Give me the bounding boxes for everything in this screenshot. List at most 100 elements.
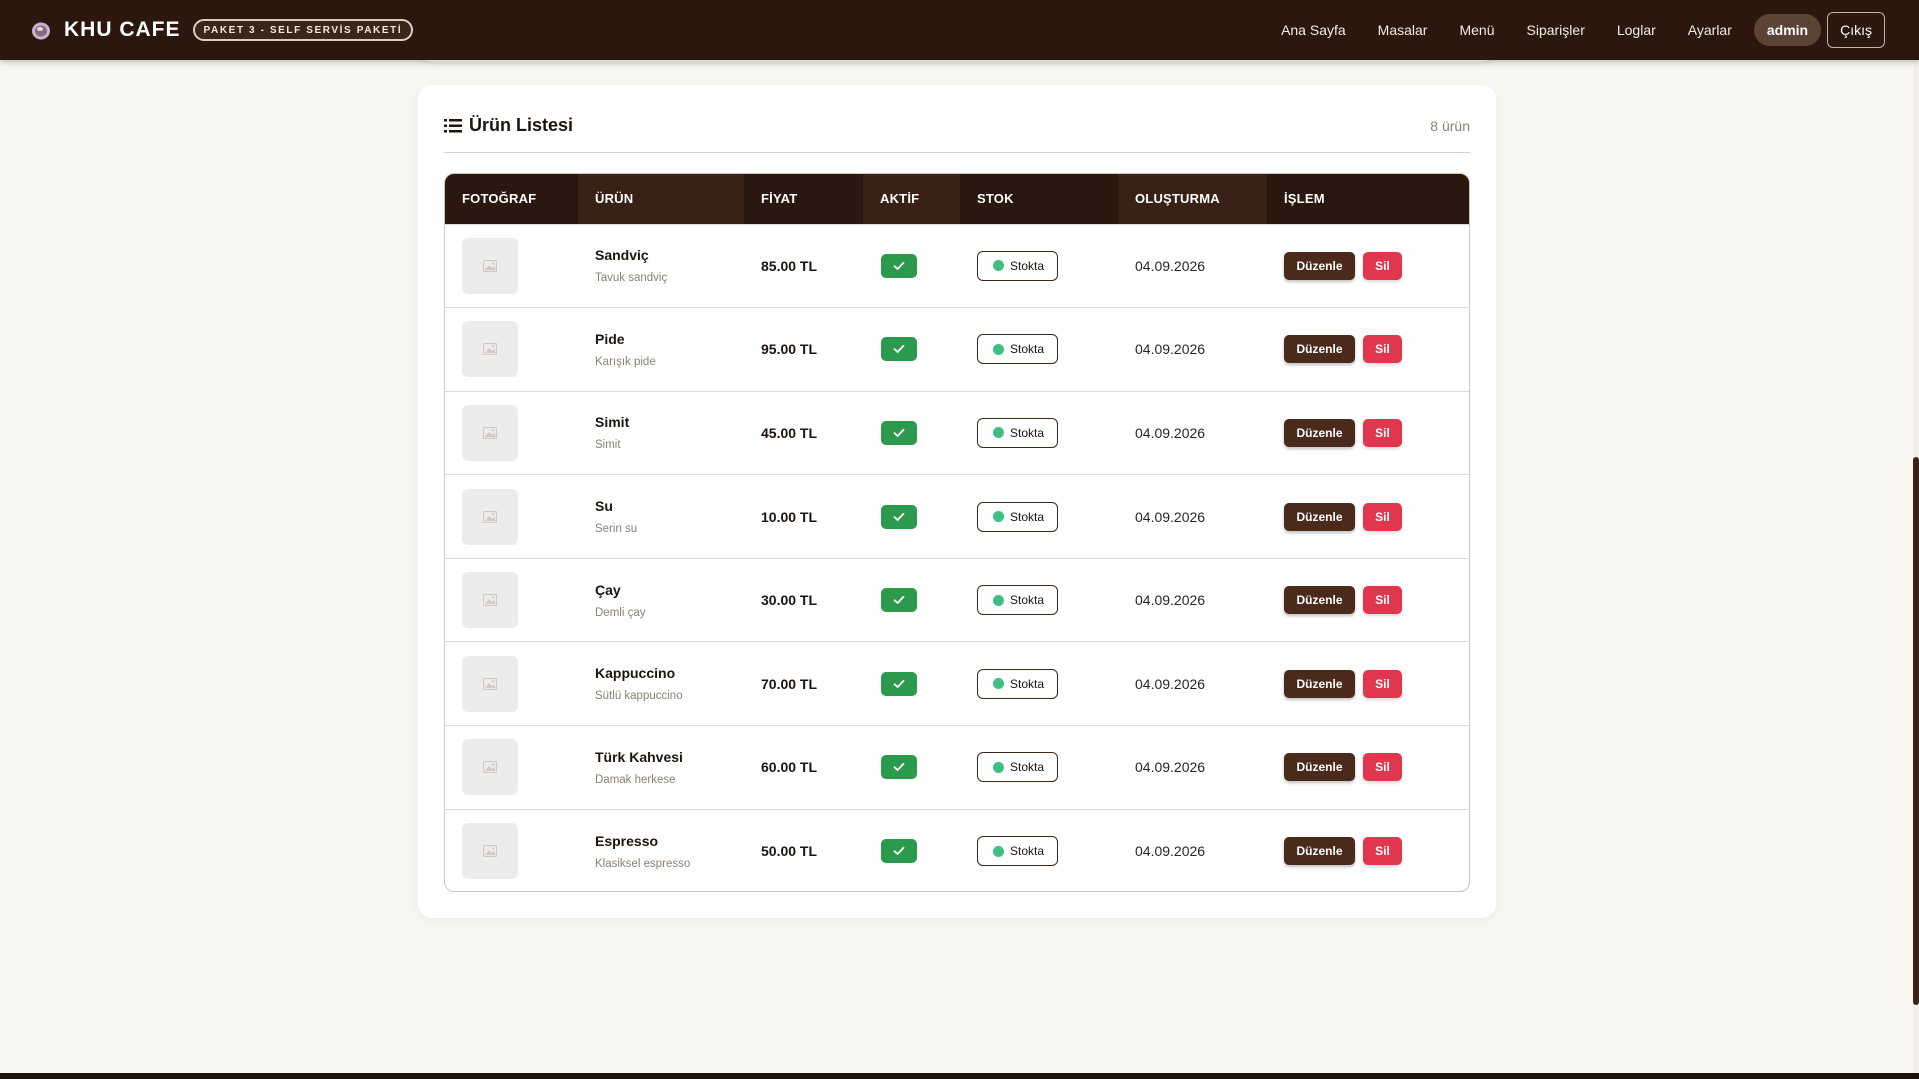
product-description: Simit xyxy=(595,439,621,452)
created-date: 04.09.2026 xyxy=(1135,843,1206,860)
delete-button[interactable]: Sil xyxy=(1363,753,1402,782)
active-cell xyxy=(863,390,960,475)
product-photo[interactable] xyxy=(462,321,518,378)
stock-button[interactable]: Stokta xyxy=(977,250,1059,281)
logout-button[interactable]: Çıkış xyxy=(1827,12,1885,48)
price-cell: 70.00 TL xyxy=(744,641,863,726)
created-cell: 04.09.2026 xyxy=(1118,307,1267,392)
column-header-created[interactable]: OLUŞTURMA xyxy=(1118,174,1267,224)
created-cell: 04.09.2026 xyxy=(1118,641,1267,726)
column-header-price[interactable]: FİYAT xyxy=(744,174,863,224)
active-toggle[interactable] xyxy=(881,839,917,864)
stock-button[interactable]: Stokta xyxy=(977,836,1059,867)
delete-button[interactable]: Sil xyxy=(1363,837,1402,866)
nav-link-home[interactable]: Ana Sayfa xyxy=(1281,22,1346,38)
active-toggle[interactable] xyxy=(881,337,917,362)
photo-cell xyxy=(445,725,578,810)
product-photo[interactable] xyxy=(462,488,518,545)
row-actions: Düzenle Sil xyxy=(1284,837,1469,866)
stock-button[interactable]: Stokta xyxy=(977,417,1059,448)
nav-link-tables[interactable]: Masalar xyxy=(1378,22,1428,38)
column-header-photo[interactable]: FOTOĞRAF xyxy=(445,174,578,224)
product-photo[interactable] xyxy=(462,404,518,461)
product-description: Klasiksel espresso xyxy=(595,857,691,870)
product-photo[interactable] xyxy=(462,739,518,796)
product-price: 30.00 TL xyxy=(761,592,818,609)
nav-link-orders[interactable]: Siparişler xyxy=(1527,22,1585,38)
created-date: 04.09.2026 xyxy=(1135,341,1206,358)
top-navbar: KHU CAFE PAKET 3 - SELF SERVİS PAKETİ An… xyxy=(0,0,1919,60)
delete-button[interactable]: Sil xyxy=(1363,669,1402,698)
check-icon xyxy=(893,428,905,437)
edit-button[interactable]: Düzenle xyxy=(1284,669,1355,698)
photo-cell xyxy=(445,474,578,559)
created-date: 04.09.2026 xyxy=(1135,424,1206,441)
delete-button[interactable]: Sil xyxy=(1363,418,1402,447)
product-photo[interactable] xyxy=(462,655,518,712)
check-icon xyxy=(893,345,905,354)
edit-button[interactable]: Düzenle xyxy=(1284,502,1355,531)
stock-button[interactable]: Stokta xyxy=(977,752,1059,783)
product-name: Sandviç xyxy=(595,247,649,264)
check-icon xyxy=(893,679,905,688)
stock-button[interactable]: Stokta xyxy=(977,668,1059,699)
product-cell: Kappuccino Sütlü kappuccino xyxy=(578,641,744,726)
created-cell: 04.09.2026 xyxy=(1118,474,1267,559)
delete-button[interactable]: Sil xyxy=(1363,586,1402,615)
check-icon xyxy=(893,847,905,856)
product-description: Damak herkese xyxy=(595,773,676,786)
active-toggle[interactable] xyxy=(881,253,917,278)
image-placeholder-icon xyxy=(483,426,497,439)
active-toggle[interactable] xyxy=(881,420,917,445)
row-actions: Düzenle Sil xyxy=(1284,418,1469,447)
scrollbar-thumb[interactable] xyxy=(1913,457,1919,1005)
product-cell: Sandviç Tavuk sandviç xyxy=(578,223,744,308)
column-header-actions[interactable]: İŞLEM xyxy=(1267,174,1469,224)
edit-button[interactable]: Düzenle xyxy=(1284,251,1355,280)
product-photo[interactable] xyxy=(462,572,518,629)
stock-button[interactable]: Stokta xyxy=(977,585,1059,616)
row-actions: Düzenle Sil xyxy=(1284,251,1469,280)
active-cell xyxy=(863,808,960,891)
card-header: Ürün Listesi 8 ürün xyxy=(444,113,1470,153)
created-cell: 04.09.2026 xyxy=(1118,223,1267,308)
active-toggle[interactable] xyxy=(881,588,917,613)
price-cell: 30.00 TL xyxy=(744,557,863,642)
user-badge[interactable]: admin xyxy=(1753,14,1822,46)
product-photo[interactable] xyxy=(462,823,518,880)
product-name: Simit xyxy=(595,414,630,431)
actions-cell: Düzenle Sil xyxy=(1267,808,1469,891)
product-photo[interactable] xyxy=(462,237,518,294)
column-header-active[interactable]: AKTİF xyxy=(863,174,960,224)
delete-button[interactable]: Sil xyxy=(1363,335,1402,364)
active-toggle[interactable] xyxy=(881,504,917,529)
product-name: Çay xyxy=(595,581,621,598)
status-dot-icon xyxy=(993,511,1004,523)
edit-button[interactable]: Düzenle xyxy=(1284,335,1355,364)
stock-button[interactable]: Stokta xyxy=(977,501,1059,532)
edit-button[interactable]: Düzenle xyxy=(1284,418,1355,447)
product-price: 45.00 TL xyxy=(761,424,818,441)
stock-cell: Stokta xyxy=(960,725,1118,810)
column-header-product[interactable]: ÜRÜN xyxy=(578,174,744,224)
nav-link-menu[interactable]: Menü xyxy=(1459,22,1494,38)
edit-button[interactable]: Düzenle xyxy=(1284,586,1355,615)
stock-button[interactable]: Stokta xyxy=(977,334,1059,365)
active-toggle[interactable] xyxy=(881,755,917,780)
edit-button[interactable]: Düzenle xyxy=(1284,837,1355,866)
product-name: Türk Kahvesi xyxy=(595,748,683,765)
brand[interactable]: KHU CAFE PAKET 3 - SELF SERVİS PAKETİ xyxy=(30,18,414,42)
delete-button[interactable]: Sil xyxy=(1363,251,1402,280)
edit-button[interactable]: Düzenle xyxy=(1284,753,1355,782)
active-toggle[interactable] xyxy=(881,671,917,696)
created-cell: 04.09.2026 xyxy=(1118,390,1267,475)
product-price: 60.00 TL xyxy=(761,759,818,776)
nav-link-settings[interactable]: Ayarlar xyxy=(1688,22,1732,38)
column-header-stock[interactable]: STOK xyxy=(960,174,1118,224)
photo-cell xyxy=(445,390,578,475)
stock-label: Stokta xyxy=(1010,760,1045,775)
delete-button[interactable]: Sil xyxy=(1363,502,1402,531)
product-price: 10.00 TL xyxy=(761,508,818,525)
brand-name: KHU CAFE xyxy=(64,18,181,41)
nav-link-logs[interactable]: Loglar xyxy=(1617,22,1656,38)
